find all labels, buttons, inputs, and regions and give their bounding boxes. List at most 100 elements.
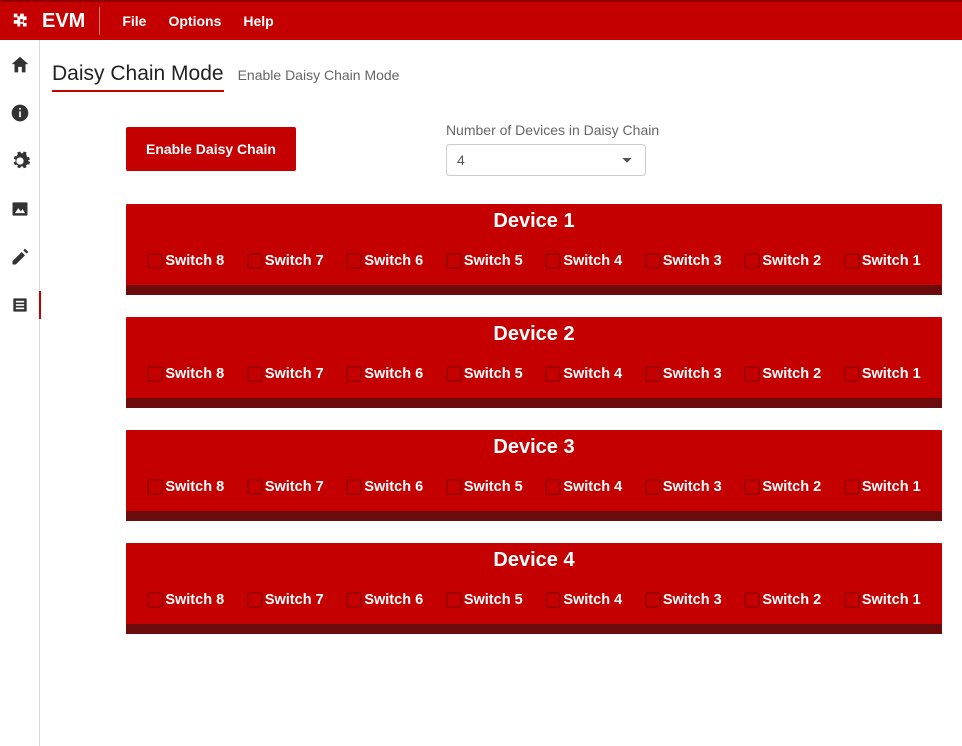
switch-checkbox[interactable] <box>844 253 860 269</box>
switch-checkbox[interactable] <box>744 366 760 382</box>
switch-checkbox[interactable] <box>545 253 561 269</box>
switch-label: Switch 3 <box>663 253 722 269</box>
switch-checkbox[interactable] <box>844 366 860 382</box>
switch-cell: Switch 4 <box>545 366 622 382</box>
switch-label: Switch 1 <box>862 592 921 608</box>
brand: EVM <box>10 7 100 35</box>
switch-cell: Switch 3 <box>645 253 722 269</box>
switch-cell: Switch 7 <box>247 253 324 269</box>
device-title: Device 2 <box>126 323 942 352</box>
device-title: Device 1 <box>126 210 942 239</box>
switch-checkbox[interactable] <box>247 479 263 495</box>
switch-cell: Switch 2 <box>744 253 821 269</box>
switch-checkbox[interactable] <box>446 479 462 495</box>
switch-checkbox[interactable] <box>346 253 362 269</box>
switch-checkbox[interactable] <box>147 253 163 269</box>
switch-cell: Switch 4 <box>545 479 622 495</box>
switch-checkbox[interactable] <box>147 366 163 382</box>
logo-icon <box>10 10 34 32</box>
switch-checkbox[interactable] <box>645 253 661 269</box>
switch-checkbox[interactable] <box>744 253 760 269</box>
switch-label: Switch 7 <box>265 592 324 608</box>
device-card: Device 4Switch 8Switch 7Switch 6Switch 5… <box>126 543 942 634</box>
switch-label: Switch 5 <box>464 253 523 269</box>
switch-label: Switch 4 <box>563 253 622 269</box>
gear-icon[interactable] <box>9 150 31 172</box>
switch-label: Switch 8 <box>165 479 224 495</box>
switch-cell: Switch 5 <box>446 253 523 269</box>
device-title: Device 4 <box>126 549 942 578</box>
switch-label: Switch 4 <box>563 592 622 608</box>
switch-label: Switch 1 <box>862 479 921 495</box>
switch-checkbox[interactable] <box>844 592 860 608</box>
switch-checkbox[interactable] <box>744 479 760 495</box>
switch-checkbox[interactable] <box>346 479 362 495</box>
switch-cell: Switch 3 <box>645 479 722 495</box>
devices-list: Device 1 Switch 8 Switch 7 Switch 6 Switch 5… <box>126 204 942 634</box>
enable-daisy-chain-button[interactable]: Enable Daisy Chain <box>126 127 296 171</box>
switch-checkbox[interactable] <box>545 479 561 495</box>
home-icon[interactable] <box>9 54 31 76</box>
switch-row: Switch 8Switch 7Switch 6Switch 5Switch 4… <box>126 578 942 624</box>
switch-checkbox[interactable] <box>247 366 263 382</box>
switch-checkbox[interactable] <box>545 592 561 608</box>
switch-cell: Switch 7 <box>247 592 324 608</box>
switch-checkbox[interactable] <box>446 592 462 608</box>
switch-checkbox[interactable] <box>744 592 760 608</box>
page-header: Daisy Chain Mode Enable Daisy Chain Mode <box>52 62 942 92</box>
menu-item-options[interactable]: Options <box>168 13 221 29</box>
switch-checkbox[interactable] <box>346 592 362 608</box>
switch-checkbox[interactable] <box>844 479 860 495</box>
switch-cell: Switch 2 <box>744 366 821 382</box>
switch-checkbox[interactable] <box>645 592 661 608</box>
switch-label: Switch 7 <box>265 253 324 269</box>
device-card: Device 3Switch 8Switch 7Switch 6Switch 5… <box>126 430 942 521</box>
list-icon[interactable] <box>9 294 31 316</box>
switch-label: Switch 8 <box>165 366 224 382</box>
switch-label: Switch 4 <box>563 479 622 495</box>
numdev-select[interactable]: 4 <box>446 144 646 176</box>
image-icon[interactable] <box>9 198 31 220</box>
switch-cell: Switch 6 <box>346 366 423 382</box>
menu-item-help[interactable]: Help <box>243 13 273 29</box>
switch-cell: Switch 1 <box>844 253 921 269</box>
switch-checkbox[interactable] <box>446 253 462 269</box>
switch-cell: Switch 5 <box>446 366 523 382</box>
switch-checkbox[interactable] <box>446 366 462 382</box>
switch-cell: Switch 8 <box>147 592 224 608</box>
switch-checkbox[interactable] <box>545 366 561 382</box>
switch-checkbox[interactable] <box>346 366 362 382</box>
switch-checkbox[interactable] <box>247 592 263 608</box>
switch-label: Switch 6 <box>364 253 423 269</box>
switch-label: Switch 6 <box>364 366 423 382</box>
switch-cell: Switch 1 <box>844 479 921 495</box>
switch-cell: Switch 1 <box>844 366 921 382</box>
switch-label: Switch 3 <box>663 479 722 495</box>
active-indicator <box>39 291 41 319</box>
device-card: Device 1 Switch 8 Switch 7 Switch 6 Switch 5… <box>126 204 942 295</box>
edit-icon[interactable] <box>9 246 31 268</box>
menu: File Options Help <box>122 13 273 29</box>
menu-item-file[interactable]: File <box>122 13 146 29</box>
switch-label: Switch 3 <box>663 366 722 382</box>
page-subtitle: Enable Daisy Chain Mode <box>238 67 400 83</box>
switch-checkbox[interactable] <box>645 366 661 382</box>
device-footer <box>126 285 942 295</box>
switch-label: Switch 6 <box>364 479 423 495</box>
switch-label: Switch 2 <box>762 592 821 608</box>
switch-checkbox[interactable] <box>247 253 263 269</box>
switch-cell: Switch 6 <box>346 479 423 495</box>
switch-label: Switch 3 <box>663 592 722 608</box>
content: Daisy Chain Mode Enable Daisy Chain Mode… <box>40 40 962 746</box>
numdev-label: Number of Devices in Daisy Chain <box>446 122 659 138</box>
switch-checkbox[interactable] <box>147 479 163 495</box>
switch-checkbox[interactable] <box>645 479 661 495</box>
switch-label: Switch 6 <box>364 592 423 608</box>
switch-checkbox[interactable] <box>147 592 163 608</box>
switch-cell: Switch 3 <box>645 592 722 608</box>
info-icon[interactable] <box>9 102 31 124</box>
device-card: Device 2Switch 8Switch 7Switch 6Switch 5… <box>126 317 942 408</box>
switch-cell: Switch 3 <box>645 366 722 382</box>
switch-row: Switch 8 Switch 7 Switch 6 Switch 5 Switch 4… <box>126 239 942 285</box>
switch-cell: Switch 8 <box>147 253 224 269</box>
